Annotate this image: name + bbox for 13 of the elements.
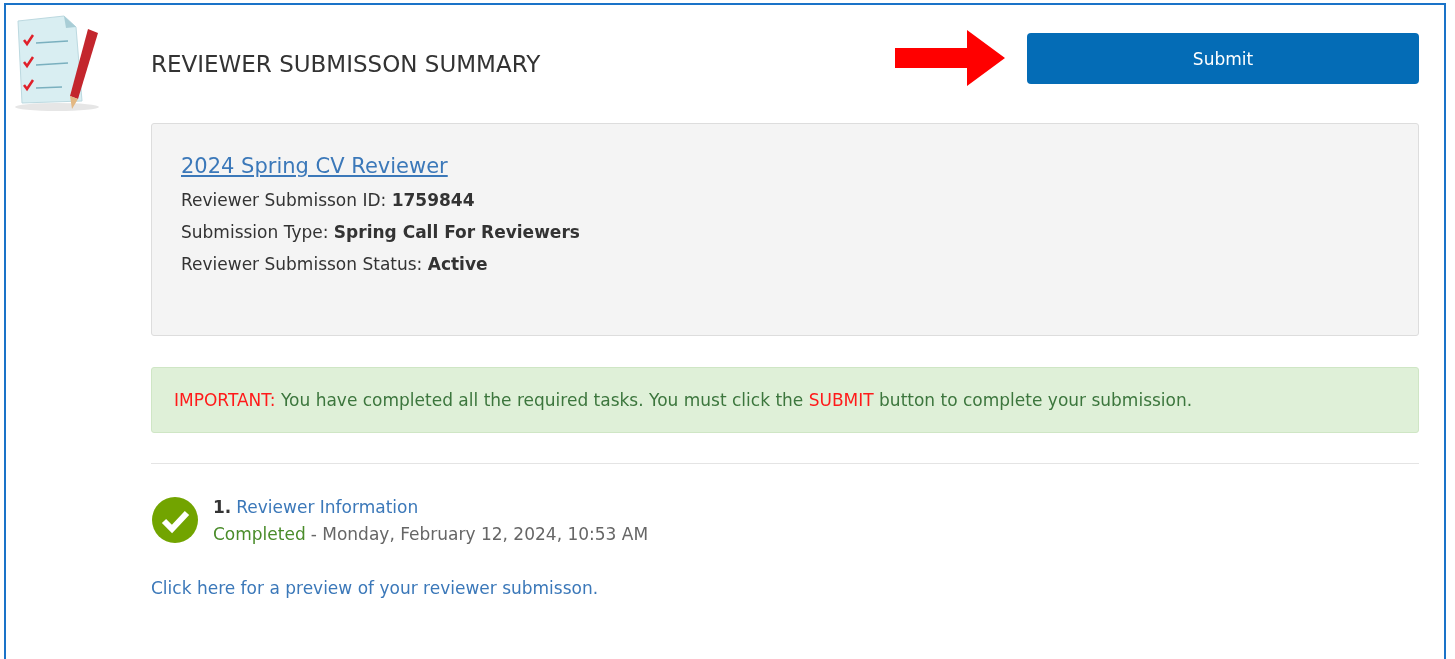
preview-link[interactable]: Click here for a preview of your reviewer submisson. <box>151 578 599 598</box>
task-status: Completed <box>213 523 306 544</box>
info-line: Reviewer Submisson Status: Active <box>181 254 489 274</box>
submit-button[interactable]: Submit <box>1027 33 1419 84</box>
task-link[interactable]: Reviewer Information <box>236 496 419 517</box>
arrow-icon <box>895 30 1005 86</box>
info-line: Submission Type: Spring Call For Reviewers <box>181 222 581 242</box>
page-title: REVIEWER SUBMISSON SUMMARY <box>151 51 541 77</box>
info-line: Reviewer Submisson ID: 1759844 <box>181 190 476 210</box>
submission-link[interactable]: 2024 Spring CV Reviewer <box>181 154 448 178</box>
task-date: - Monday, February 12, 2024, 10:53 AM <box>310 523 649 544</box>
task-number: 1. <box>213 496 232 517</box>
notice-message: IMPORTANT: You have completed all the required tasks. You must click the SUBMIT button to complete your submission. <box>151 367 1419 433</box>
